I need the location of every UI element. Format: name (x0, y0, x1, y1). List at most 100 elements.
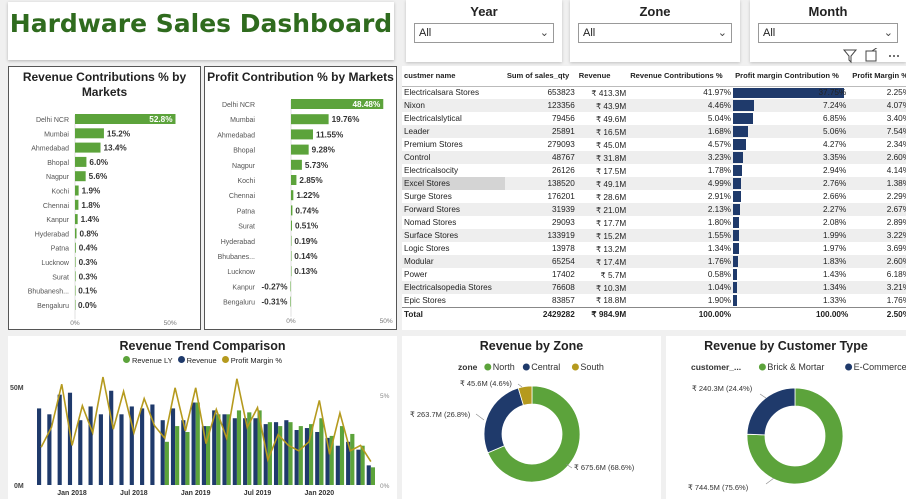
trend-revenue-ly-bar[interactable] (288, 422, 293, 485)
trend-revenue-bar[interactable] (160, 420, 165, 485)
table-row[interactable]: Electricalsocity 26126 ₹ 17.5M 1.78% 2.94% 4.… (402, 164, 906, 177)
profit-contribution-bar[interactable] (290, 281, 291, 292)
revenue-contribution-bar[interactable] (75, 299, 76, 310)
trend-revenue-ly-bar[interactable] (350, 433, 355, 485)
profit-contribution-bar[interactable] (291, 129, 313, 140)
trend-revenue-bar[interactable] (366, 465, 371, 485)
col-header-profit-margin-contribution[interactable]: Profit margin Contribution % (733, 66, 851, 87)
trend-revenue-ly-bar[interactable] (164, 441, 169, 485)
trend-revenue-bar[interactable] (170, 408, 176, 485)
trend-revenue-ly-bar[interactable] (319, 418, 324, 485)
revenue-contribution-bar[interactable] (75, 128, 104, 139)
table-row[interactable]: Power 17402 ₹ 5.7M 0.58% 1.43% 6.18% (402, 268, 906, 281)
col-header-revenue[interactable]: Revenue (576, 66, 629, 87)
trend-revenue-bar[interactable] (284, 420, 289, 485)
profit-contribution-bar[interactable] (291, 251, 292, 261)
table-row[interactable]: Premium Stores 279093 ₹ 45.0M 4.57% 4.27% 2.3… (402, 138, 906, 151)
filter-icon[interactable] (842, 49, 858, 64)
revenue-contribution-bar[interactable] (75, 185, 79, 196)
zone-legend-item[interactable]: North (493, 362, 515, 372)
trend-revenue-bar[interactable] (109, 390, 114, 485)
trend-revenue-bar[interactable] (304, 428, 310, 485)
customer-legend-item[interactable]: Brick & Mortar (767, 362, 824, 372)
table-row[interactable]: Nixon123356₹ 43.9M4.46% 7.24%4.07% (402, 99, 906, 112)
table-row[interactable]: Nomad Stores 29093 ₹ 17.7M 1.80% 2.08% 2.89% (402, 216, 906, 229)
trend-revenue-ly-bar[interactable] (236, 410, 242, 485)
trend-revenue-ly-bar[interactable] (339, 426, 345, 485)
profit-contribution-bar[interactable] (290, 296, 291, 307)
zone-slicer[interactable]: Zone All ⌄ (570, 0, 740, 62)
year-dropdown[interactable]: All ⌄ (414, 23, 554, 43)
trend-revenue-bar[interactable] (232, 418, 237, 485)
col-header-revenue-contribution[interactable]: Revenue Contributions % (628, 66, 734, 87)
zone-legend-item[interactable]: South (580, 362, 604, 372)
table-row[interactable]: Electricalslytical 79456 ₹ 49.6M 5.04% 6.85%… (402, 112, 906, 125)
trend-revenue-bar[interactable] (140, 408, 145, 485)
table-row[interactable]: Forward Stores 31939 ₹ 21.0M 2.13% 2.27% 2.67… (402, 203, 906, 216)
trend-revenue-ly-bar[interactable] (195, 402, 200, 485)
revenue-contribution-bar[interactable] (75, 242, 76, 253)
profit-contribution-bar[interactable] (291, 190, 294, 201)
table-row[interactable]: Leader25891₹ 16.5M1.68% 5.06%7.54% (402, 125, 906, 138)
year-slicer[interactable]: Year All ⌄ (406, 0, 562, 62)
trend-revenue-bar[interactable] (315, 431, 320, 485)
chevron-down-icon[interactable]: ⌄ (718, 26, 727, 39)
table-row[interactable]: Epic Stores 83857 ₹ 18.8M 1.90% 1.33% 1.76% (402, 294, 906, 307)
trend-revenue-bar[interactable] (335, 445, 340, 485)
table-row[interactable]: Surge Stores 176201 ₹ 28.6M 2.91% 2.66% 2.29% (402, 190, 906, 203)
table-row[interactable]: Excel Stores138520₹ 49.1M4.99% 2.76%1.38% (402, 177, 906, 190)
zone-dropdown[interactable]: All ⌄ (578, 23, 732, 43)
chevron-down-icon[interactable]: ⌄ (540, 26, 549, 39)
trend-revenue-bar[interactable] (273, 422, 279, 485)
trend-revenue-ly-bar[interactable] (216, 414, 221, 485)
trend-revenue-bar[interactable] (88, 406, 93, 485)
customer-legend-item[interactable]: E-Commerce (854, 362, 906, 372)
focus-mode-icon[interactable] (865, 48, 878, 62)
revenue-contribution-bar[interactable] (75, 271, 76, 282)
trend-revenue-bar[interactable] (294, 430, 299, 485)
trend-revenue-bar[interactable] (47, 414, 52, 485)
trend-revenue-bar[interactable] (119, 414, 124, 485)
revenue-contribution-bar[interactable] (75, 214, 78, 225)
profit-contribution-bar[interactable] (291, 114, 329, 125)
col-header-customer[interactable]: custmer name (402, 66, 505, 87)
trend-revenue-bar[interactable] (57, 394, 62, 485)
trend-revenue-bar[interactable] (253, 418, 258, 485)
trend-revenue-bar[interactable] (191, 402, 196, 485)
col-header-sales-qty[interactable]: Sum of sales_qty (504, 66, 577, 87)
table-row[interactable]: Electricalsara Stores 653823 ₹ 413.3M 41.97… (402, 86, 906, 99)
revenue-contribution-bar[interactable] (75, 228, 77, 239)
customer-slice[interactable] (746, 387, 796, 436)
profit-contribution-bar[interactable] (291, 266, 292, 277)
revenue-contribution-bar[interactable] (75, 257, 76, 267)
table-row[interactable]: Surface Stores 133919 ₹ 15.2M 1.55% 1.99% 3.2… (402, 229, 906, 242)
trend-revenue-ly-bar[interactable] (298, 426, 303, 485)
zone-legend-item[interactable]: Central (531, 362, 560, 372)
month-dropdown[interactable]: All ⌄ (758, 23, 898, 43)
trend-revenue-bar[interactable] (78, 420, 83, 485)
revenue-contribution-bar[interactable] (75, 199, 79, 210)
revenue-contribution-bar[interactable] (75, 171, 86, 182)
table-row[interactable]: Logic Stores 13978 ₹ 13.2M 1.34% 1.97% 3.69% (402, 242, 906, 255)
more-options-icon[interactable] (889, 55, 899, 57)
zone-slice[interactable] (483, 387, 524, 454)
trend-revenue-ly-bar[interactable] (185, 431, 190, 485)
trend-revenue-bar[interactable] (222, 414, 227, 485)
trend-revenue-ly-bar[interactable] (175, 426, 180, 485)
revenue-contribution-bar[interactable] (75, 285, 76, 296)
trend-revenue-bar[interactable] (356, 449, 361, 485)
table-row[interactable]: Electricalsopedia Stores 76608 ₹ 10.3M 1.04… (402, 281, 906, 294)
table-row[interactable]: Control48767₹ 31.8M3.23% 3.35%2.60% (402, 151, 906, 164)
trend-revenue-ly-bar[interactable] (370, 467, 375, 485)
col-header-profit-margin[interactable]: Profit Margin % (850, 66, 906, 87)
profit-contribution-bar[interactable] (291, 235, 292, 246)
revenue-contribution-bar[interactable] (75, 142, 101, 153)
profit-contribution-bar[interactable] (291, 220, 292, 231)
profit-contribution-bar[interactable] (291, 144, 309, 155)
profit-contribution-bar[interactable] (291, 175, 297, 185)
profit-contribution-bar[interactable] (291, 159, 302, 170)
profit-contribution-bar[interactable] (291, 205, 293, 216)
table-row[interactable]: Modular65254₹ 17.4M1.76% 1.83%2.60% (402, 255, 906, 268)
chevron-down-icon[interactable]: ⌄ (884, 26, 893, 39)
trend-revenue-bar[interactable] (98, 414, 103, 485)
